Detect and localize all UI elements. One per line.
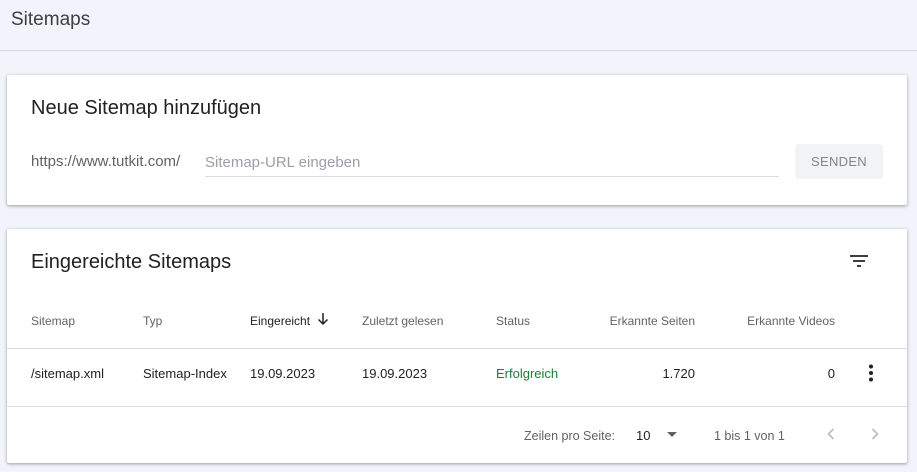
cell-submitted: 19.09.2023 (250, 366, 316, 381)
pagination-range: 1 bis 1 von 1 (714, 429, 785, 443)
send-button[interactable]: SENDEN (795, 144, 883, 179)
chevron-right-icon[interactable] (864, 423, 886, 445)
more-vert-icon[interactable] (859, 361, 883, 385)
cell-type: Sitemap-Index (143, 366, 227, 381)
page-title: Sitemaps (11, 9, 91, 30)
cell-last-read: 19.09.2023 (362, 366, 428, 381)
status-badge: Erfolgreich (496, 366, 559, 381)
add-sitemap-title: Neue Sitemap hinzufügen (31, 97, 262, 119)
domain-prefix: https://www.tutkit.com/ (31, 153, 181, 170)
row-divider (7, 406, 907, 407)
rows-per-page-label: Zeilen pro Seite: (524, 429, 616, 443)
column-header-last-read[interactable]: Zuletzt gelesen (362, 314, 443, 328)
column-header-type[interactable]: Typ (143, 314, 162, 328)
submitted-sitemaps-title: Eingereichte Sitemaps (31, 251, 232, 273)
filter-icon[interactable] (847, 249, 871, 273)
page-header: Sitemaps (0, 0, 917, 51)
column-header-status[interactable]: Status (496, 314, 530, 328)
column-header-pages[interactable]: Erkannte Seiten (587, 314, 695, 328)
column-header-sitemap[interactable]: Sitemap (31, 314, 75, 328)
add-sitemap-card: Neue Sitemap hinzufügen https://www.tutk… (7, 75, 907, 205)
cell-pages: 1.720 (662, 366, 695, 381)
dropdown-arrow-icon[interactable] (662, 424, 682, 444)
chevron-left-icon[interactable] (820, 423, 842, 445)
column-header-videos[interactable]: Erkannte Videos (725, 314, 835, 328)
rows-per-page-select[interactable]: 10 (636, 428, 650, 443)
cell-videos: 0 (827, 366, 835, 381)
column-header-submitted[interactable]: Eingereicht (250, 314, 310, 328)
sort-down-arrow-icon[interactable] (315, 311, 331, 327)
submitted-sitemaps-card: Eingereichte Sitemaps Sitemap Typ Einger… (7, 229, 907, 463)
header-divider (7, 348, 907, 349)
cell-sitemap: /sitemap.xml (31, 366, 104, 381)
sitemap-url-input[interactable] (205, 149, 779, 177)
